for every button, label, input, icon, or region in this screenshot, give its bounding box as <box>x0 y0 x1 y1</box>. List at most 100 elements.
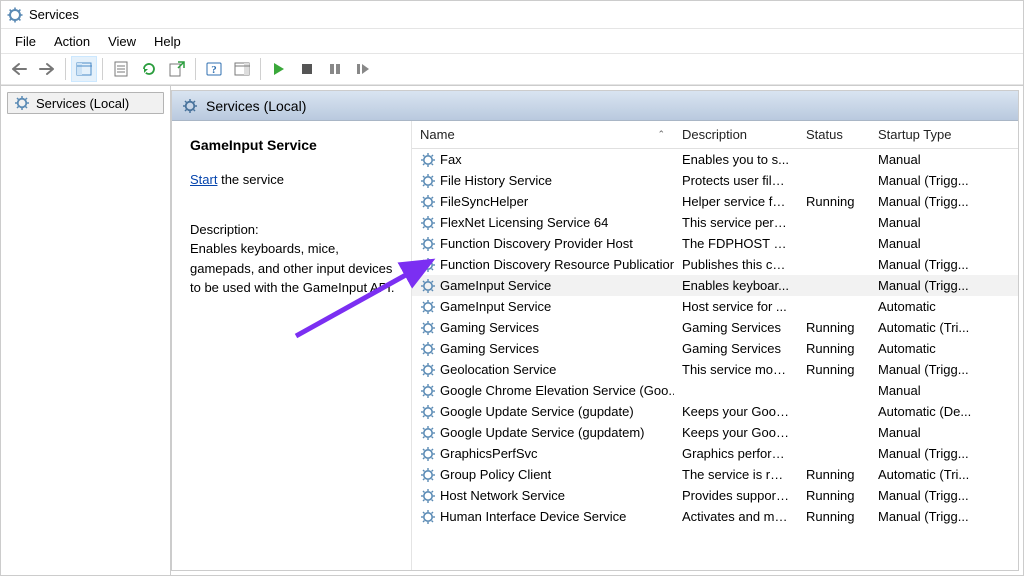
service-startup: Automatic <box>870 299 1018 314</box>
col-header-startup[interactable]: Startup Type <box>870 127 1018 142</box>
gear-icon <box>420 509 436 525</box>
service-row[interactable]: Group Policy ClientThe service is res...… <box>412 464 1018 485</box>
col-header-description[interactable]: Description <box>674 127 798 142</box>
restart-service-button[interactable] <box>350 56 376 82</box>
service-name: Google Update Service (gupdatem) <box>440 425 645 440</box>
gear-icon <box>182 98 198 114</box>
service-description: This service moni... <box>674 362 798 377</box>
service-row[interactable]: Google Update Service (gupdate) Keeps you… <box>412 401 1018 422</box>
gear-icon <box>420 362 436 378</box>
forward-button[interactable] <box>34 56 60 82</box>
right-pane-body: GameInput Service Start the service Desc… <box>172 121 1018 570</box>
service-description: Activates and ma... <box>674 509 798 524</box>
service-startup: Manual (Trigg... <box>870 278 1018 293</box>
tree-pane: Services (Local) <box>1 86 171 575</box>
menu-file[interactable]: File <box>7 32 44 51</box>
service-description: Publishes this co... <box>674 257 798 272</box>
properties-button[interactable] <box>108 56 134 82</box>
service-description: Keeps your Goog... <box>674 404 798 419</box>
start-service-suffix: the service <box>217 172 283 187</box>
service-row[interactable]: File History Service Protects user files.… <box>412 170 1018 191</box>
service-startup: Manual (Trigg... <box>870 194 1018 209</box>
gear-icon <box>420 383 436 399</box>
start-service-link[interactable]: Start <box>190 172 217 187</box>
service-name: File History Service <box>440 173 552 188</box>
detail-pane: GameInput Service Start the service Desc… <box>172 121 412 570</box>
service-row[interactable]: Host Network Service Provides support...R… <box>412 485 1018 506</box>
service-description: The service is res... <box>674 467 798 482</box>
stop-service-button[interactable] <box>294 56 320 82</box>
service-description: Protects user files... <box>674 173 798 188</box>
service-startup: Manual <box>870 236 1018 251</box>
right-pane-header: Services (Local) <box>172 91 1018 121</box>
export-list-button[interactable] <box>164 56 190 82</box>
services-app-icon <box>7 7 23 23</box>
service-row[interactable]: Google Chrome Elevation Service (Goo...M… <box>412 380 1018 401</box>
service-name: FileSyncHelper <box>440 194 528 209</box>
svg-text:?: ? <box>211 64 217 76</box>
service-status: Running <box>798 320 870 335</box>
service-startup: Automatic (Tri... <box>870 320 1018 335</box>
service-name: Human Interface Device Service <box>440 509 626 524</box>
service-name: Google Update Service (gupdate) <box>440 404 634 419</box>
help-button[interactable]: ? <box>201 56 227 82</box>
service-row[interactable]: Function Discovery Provider HostThe FDPH… <box>412 233 1018 254</box>
description-text: Enables keyboards, mice, gamepads, and o… <box>190 239 399 298</box>
service-startup: Automatic (De... <box>870 404 1018 419</box>
service-startup: Manual (Trigg... <box>870 257 1018 272</box>
gear-icon <box>420 194 436 210</box>
service-startup: Manual (Trigg... <box>870 488 1018 503</box>
service-status: Running <box>798 467 870 482</box>
service-row[interactable]: FileSyncHelperHelper service for...Runni… <box>412 191 1018 212</box>
service-description: Graphics perform... <box>674 446 798 461</box>
gear-icon <box>420 236 436 252</box>
gear-icon <box>420 467 436 483</box>
service-row[interactable]: GraphicsPerfSvcGraphics perform...Manual… <box>412 443 1018 464</box>
service-row[interactable]: GameInput ServiceEnables keyboar...Manua… <box>412 275 1018 296</box>
service-description: Gaming Services <box>674 341 798 356</box>
menu-action[interactable]: Action <box>46 32 98 51</box>
right-pane-title: Services (Local) <box>206 98 306 114</box>
toolbar-separator <box>195 58 196 80</box>
menu-help[interactable]: Help <box>146 32 189 51</box>
service-description: Gaming Services <box>674 320 798 335</box>
gear-icon <box>14 95 30 111</box>
col-header-name[interactable]: Name⌃ <box>412 127 674 142</box>
service-row[interactable]: Geolocation ServiceThis service moni...R… <box>412 359 1018 380</box>
service-name: Function Discovery Resource Publication <box>440 257 674 272</box>
col-header-status[interactable]: Status <box>798 127 870 142</box>
service-name: Gaming Services <box>440 320 539 335</box>
service-name: Gaming Services <box>440 341 539 356</box>
service-row[interactable]: Gaming ServicesGaming ServicesRunningAut… <box>412 338 1018 359</box>
service-description: This service perfo... <box>674 215 798 230</box>
service-name: FlexNet Licensing Service 64 <box>440 215 608 230</box>
service-description: Provides support... <box>674 488 798 503</box>
service-status: Running <box>798 488 870 503</box>
menu-view[interactable]: View <box>100 32 144 51</box>
gear-icon <box>420 425 436 441</box>
service-row[interactable]: Function Discovery Resource PublicationP… <box>412 254 1018 275</box>
back-button[interactable] <box>6 56 32 82</box>
content-area: Services (Local) Services (Local) GameIn… <box>1 85 1023 575</box>
service-row[interactable]: Human Interface Device Service Activates … <box>412 506 1018 527</box>
service-row[interactable]: FaxEnables you to s...Manual <box>412 149 1018 170</box>
tree-item-label: Services (Local) <box>36 96 129 111</box>
toolbar: ? <box>1 53 1023 85</box>
service-row[interactable]: GameInput ServiceHost service for ...Aut… <box>412 296 1018 317</box>
refresh-button[interactable] <box>136 56 162 82</box>
start-service-button[interactable] <box>266 56 292 82</box>
service-startup: Automatic (Tri... <box>870 467 1018 482</box>
gear-icon <box>420 257 436 273</box>
service-name: Host Network Service <box>440 488 565 503</box>
gear-icon <box>420 278 436 294</box>
show-hide-action-pane-button[interactable] <box>229 56 255 82</box>
service-row[interactable]: Gaming ServicesGaming ServicesRunningAut… <box>412 317 1018 338</box>
show-hide-tree-button[interactable] <box>71 56 97 82</box>
service-row[interactable]: Google Update Service (gupdatem)Keeps yo… <box>412 422 1018 443</box>
service-startup: Manual (Trigg... <box>870 509 1018 524</box>
gear-icon <box>420 488 436 504</box>
service-name: Fax <box>440 152 462 167</box>
pause-service-button[interactable] <box>322 56 348 82</box>
service-row[interactable]: FlexNet Licensing Service 64 This service… <box>412 212 1018 233</box>
tree-item-services-local[interactable]: Services (Local) <box>7 92 164 114</box>
